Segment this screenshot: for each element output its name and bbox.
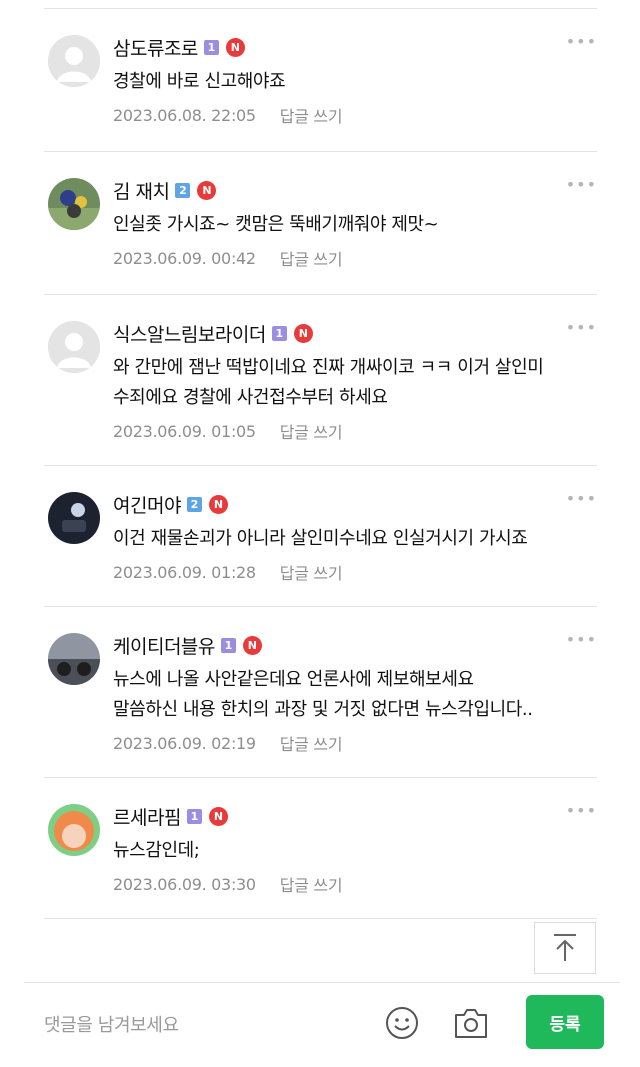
comment-item: 케이티더블유 1 N 뉴스에 나올 사안같은데요 언론사에 제보해보세요 말씀하… [44, 607, 597, 778]
author-row: 르세라핌 1 N [113, 802, 573, 830]
member-level-badge: 1 [220, 637, 236, 653]
comment-content: 식스알느림보라이더 1 N 와 간만에 잼난 떡밥이네요 진짜 개싸이코 ㅋㅋ … [113, 319, 573, 443]
comment-meta: 2023.06.08. 22:05 답글 쓰기 [113, 103, 573, 127]
author-name[interactable]: 케이티더블유 [113, 632, 215, 659]
member-level-badge: 1 [186, 808, 202, 824]
photo-avatar[interactable] [48, 492, 100, 544]
more-dots-icon[interactable]: ••• [566, 320, 597, 336]
comment-content: 르세라핌 1 N 뉴스감인데; 2023.06.09. 03:30 답글 쓰기 [113, 802, 573, 896]
more-dots-icon[interactable]: ••• [566, 632, 597, 648]
comment-item: 식스알느림보라이더 1 N 와 간만에 잼난 떡밥이네요 진짜 개싸이코 ㅋㅋ … [44, 295, 597, 466]
member-level-badge: 1 [203, 39, 219, 55]
comment-composer: 등록 [24, 982, 620, 1067]
photo-avatar[interactable] [48, 804, 100, 856]
author-name[interactable]: 르세라핌 [113, 803, 181, 830]
comment-date: 2023.06.09. 03:30 [113, 874, 256, 894]
comment-date: 2023.06.09. 02:19 [113, 733, 256, 753]
more-dots-icon[interactable]: ••• [566, 491, 597, 507]
comment-date: 2023.06.09. 00:42 [113, 248, 256, 268]
member-level-badge: 2 [175, 182, 191, 198]
photo-avatar[interactable] [48, 178, 100, 230]
comment-date: 2023.06.08. 22:05 [113, 105, 256, 125]
smiley-icon[interactable] [384, 1005, 420, 1041]
author-row: 김 재치 2 N [113, 176, 573, 204]
author-name[interactable]: 김 재치 [113, 177, 170, 204]
comment-content: 삼도류조로 1 N 경찰에 바로 신고해야죠 2023.06.08. 22:05… [113, 33, 573, 127]
new-badge: N [242, 635, 262, 655]
comment-text: 인실좃 가시죠~ 캣맘은 뚝배기깨줘야 제맛~ [113, 214, 439, 235]
comment-item: 삼도류조로 1 N 경찰에 바로 신고해야죠 2023.06.08. 22:05… [44, 9, 597, 152]
author-name[interactable]: 삼도류조로 [113, 34, 198, 61]
comment-meta: 2023.06.09. 01:28 답글 쓰기 [113, 560, 573, 584]
comment-date: 2023.06.09. 01:05 [113, 421, 256, 441]
reply-button[interactable]: 답글 쓰기 [280, 103, 343, 127]
reply-button[interactable]: 답글 쓰기 [280, 560, 343, 584]
author-name[interactable]: 식스알느림보라이더 [113, 320, 266, 347]
reply-button[interactable]: 답글 쓰기 [280, 419, 343, 443]
author-name[interactable]: 여긴머야 [113, 491, 181, 518]
author-row: 삼도류조로 1 N [113, 33, 573, 61]
comment-content: 여긴머야 2 N 이건 재물손괴가 아니라 살인미수네요 인실거시기 가시죠 2… [113, 490, 573, 584]
scroll-to-top-button[interactable] [534, 922, 596, 974]
arrow-up-icon [554, 934, 576, 961]
comment-text: 뉴스에 나올 사안같은데요 언론사에 제보해보세요 말씀하신 내용 한치의 과장… [113, 669, 533, 720]
new-badge: N [197, 180, 217, 200]
comment-date: 2023.06.09. 01:28 [113, 562, 256, 582]
comment-item: 김 재치 2 N 인실좃 가시죠~ 캣맘은 뚝배기깨줘야 제맛~ 2023.06… [44, 152, 597, 295]
comment-meta: 2023.06.09. 02:19 답글 쓰기 [113, 731, 573, 755]
more-dots-icon[interactable]: ••• [566, 803, 597, 819]
comment-text: 이건 재물손괴가 아니라 살인미수네요 인실거시기 가시죠 [113, 528, 528, 549]
photo-avatar[interactable] [48, 633, 100, 685]
default-profile-icon[interactable] [48, 321, 100, 373]
member-level-badge: 2 [186, 496, 202, 512]
author-row: 여긴머야 2 N [113, 490, 573, 518]
author-row: 케이티더블유 1 N [113, 631, 573, 659]
comment-content: 김 재치 2 N 인실좃 가시죠~ 캣맘은 뚝배기깨줘야 제맛~ 2023.06… [113, 176, 573, 270]
comment-text: 와 간만에 잼난 떡밥이네요 진짜 개싸이코 ㅋㅋ 이거 살인미 수죄에요 경찰… [113, 357, 544, 408]
more-dots-icon[interactable]: ••• [566, 177, 597, 193]
new-badge: N [208, 494, 228, 514]
more-dots-icon[interactable]: ••• [566, 34, 597, 50]
comment-meta: 2023.06.09. 01:05 답글 쓰기 [113, 419, 573, 443]
comment-meta: 2023.06.09. 03:30 답글 쓰기 [113, 872, 573, 896]
submit-button[interactable]: 등록 [526, 995, 604, 1049]
new-badge: N [293, 323, 313, 343]
member-level-badge: 1 [271, 325, 287, 341]
reply-button[interactable]: 답글 쓰기 [280, 872, 343, 896]
comment-text: 경찰에 바로 신고해야죠 [113, 71, 286, 92]
comment-item: 르세라핌 1 N 뉴스감인데; 2023.06.09. 03:30 답글 쓰기 … [44, 778, 597, 919]
new-badge: N [225, 37, 245, 57]
reply-button[interactable]: 답글 쓰기 [280, 731, 343, 755]
reply-button[interactable]: 답글 쓰기 [280, 246, 343, 270]
camera-icon[interactable] [452, 1005, 490, 1041]
new-badge: N [208, 806, 228, 826]
default-profile-icon[interactable] [48, 35, 100, 87]
comment-content: 케이티더블유 1 N 뉴스에 나올 사안같은데요 언론사에 제보해보세요 말씀하… [113, 631, 573, 755]
comment-input[interactable] [42, 1009, 376, 1041]
author-row: 식스알느림보라이더 1 N [113, 319, 573, 347]
comment-meta: 2023.06.09. 00:42 답글 쓰기 [113, 246, 573, 270]
comment-item: 여긴머야 2 N 이건 재물손괴가 아니라 살인미수네요 인실거시기 가시죠 2… [44, 466, 597, 607]
comment-text: 뉴스감인데; [113, 840, 200, 861]
